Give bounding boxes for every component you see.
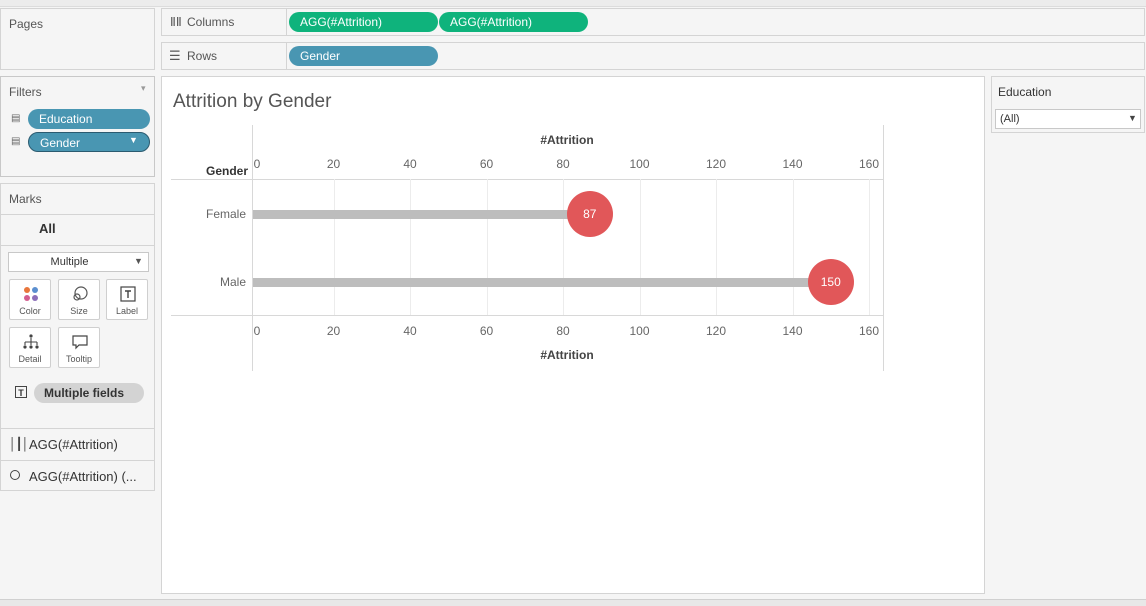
columns-label: Columns bbox=[187, 15, 235, 29]
pages-shelf[interactable]: Pages bbox=[0, 8, 155, 70]
marks-all-tab[interactable]: All bbox=[39, 221, 56, 236]
x-tick-label-bottom: 140 bbox=[782, 324, 803, 338]
marks-tab-circle[interactable]: AGG(#Attrition) (... bbox=[1, 461, 154, 491]
filter-icon-education: ▤ bbox=[11, 113, 21, 124]
marks-divider bbox=[1, 214, 154, 215]
gridline bbox=[333, 179, 335, 315]
detail-card-label: Detail bbox=[18, 354, 42, 364]
size-card-label: Size bbox=[70, 306, 88, 316]
tooltip-card-label: Tooltip bbox=[65, 354, 92, 364]
color-card[interactable]: Color bbox=[9, 279, 51, 320]
color-icon bbox=[24, 287, 38, 301]
circle-mark: 150 bbox=[807, 259, 854, 305]
education-filter-title: Education bbox=[998, 85, 1052, 99]
gridline bbox=[410, 179, 411, 315]
education-filter-value: (All) bbox=[1000, 113, 1020, 125]
size-card[interactable]: Size bbox=[58, 279, 100, 320]
circle-icon bbox=[10, 470, 20, 480]
gridline bbox=[639, 179, 641, 315]
label-card[interactable]: Label bbox=[106, 279, 148, 320]
top-toolbar-strip bbox=[0, 0, 1146, 7]
x-tick-label-top: 60 bbox=[479, 157, 494, 171]
mark-type-select[interactable]: Multiple ▼ bbox=[8, 252, 149, 272]
rows-shelf[interactable]: ☰ Rows Gender bbox=[161, 42, 1145, 70]
marks-tab-circle-label: AGG(#Attrition) (... bbox=[29, 469, 137, 484]
color-card-label: Color bbox=[19, 306, 41, 316]
rows-label: Rows bbox=[187, 49, 218, 63]
marks-tab-bar-label: AGG(#Attrition) bbox=[29, 437, 118, 452]
x-tick-label-bottom: 100 bbox=[629, 324, 650, 338]
x-tick-label-top: 140 bbox=[782, 157, 803, 171]
marks-tab-bar[interactable]: │┃│ AGG(#Attrition) bbox=[1, 429, 154, 460]
filter-pill-education[interactable]: Education bbox=[28, 109, 150, 129]
view-canvas: Attrition by Gender Gender #Attrition #A… bbox=[161, 76, 985, 594]
label-icon bbox=[120, 286, 136, 302]
filters-title: Filters bbox=[9, 85, 42, 99]
category-label-male: Male bbox=[219, 275, 246, 289]
x-tick-label-top: 80 bbox=[556, 157, 570, 171]
multiple-fields-pill[interactable]: Multiple fields bbox=[34, 383, 144, 403]
x-tick-label-top: 160 bbox=[858, 157, 880, 171]
header-divider bbox=[171, 179, 883, 180]
filters-menu-icon[interactable]: ▾ bbox=[141, 83, 146, 94]
x-tick-label-top: 0 bbox=[253, 157, 261, 171]
x-tick-label-bottom: 160 bbox=[858, 324, 880, 338]
x-tick-label-bottom: 120 bbox=[705, 324, 727, 338]
education-quick-filter: Education (All) ▼ bbox=[991, 76, 1145, 133]
rows-icon: ☰ bbox=[169, 48, 181, 63]
columns-shelf[interactable]: ⅡⅡ Columns AGG(#Attrition) AGG(#Attritio… bbox=[161, 8, 1145, 36]
x-tick-label-top: 20 bbox=[326, 157, 341, 171]
bar-mark bbox=[253, 278, 831, 287]
gridline bbox=[869, 179, 870, 315]
circle-mark: 87 bbox=[566, 191, 613, 237]
gridline bbox=[792, 179, 794, 315]
footer-divider bbox=[171, 315, 883, 316]
pages-label: Pages bbox=[9, 17, 44, 31]
x-tick-label-top: 100 bbox=[629, 157, 650, 171]
marks-card: Marks All Multiple ▼ Color Size Label De… bbox=[0, 183, 155, 491]
bar-mark bbox=[253, 210, 590, 219]
columns-icon: ⅡⅡ bbox=[170, 15, 182, 29]
chevron-down-icon: ▼ bbox=[1128, 113, 1137, 123]
gridline bbox=[716, 179, 717, 315]
size-icon bbox=[73, 286, 88, 301]
tooltip-icon bbox=[72, 335, 88, 350]
detail-icon bbox=[23, 334, 39, 349]
x-tick-label-bottom: 80 bbox=[556, 324, 570, 338]
gridline bbox=[486, 179, 488, 315]
x-axis-title-bottom: #Attrition bbox=[540, 348, 594, 362]
filters-card: Filters ▾ ▤ Education ▤ Gender ▼ bbox=[0, 76, 155, 177]
x-tick-label-top: 40 bbox=[403, 157, 417, 171]
label-field-icon: T bbox=[15, 386, 27, 398]
x-tick-label-bottom: 20 bbox=[326, 324, 341, 338]
label-card-label: Label bbox=[115, 306, 139, 316]
columns-pill-attrition-2[interactable]: AGG(#Attrition) bbox=[439, 12, 588, 32]
rows-shelf-header: ☰ Rows bbox=[162, 43, 287, 69]
marks-title: Marks bbox=[9, 192, 42, 206]
x-tick-label-top: 120 bbox=[705, 157, 727, 171]
x-tick-label-bottom: 0 bbox=[253, 324, 261, 338]
bar-chart-icon: │┃│ bbox=[9, 437, 29, 451]
marks-divider-2 bbox=[1, 245, 154, 246]
tooltip-card[interactable]: Tooltip bbox=[58, 327, 100, 368]
filter-icon-gender: ▤ bbox=[11, 136, 21, 147]
columns-shelf-header: ⅡⅡ Columns bbox=[162, 9, 287, 35]
x-axis-title-top: #Attrition bbox=[540, 133, 594, 147]
category-label-female: Female bbox=[205, 207, 246, 221]
mark-type-value: Multiple bbox=[50, 256, 89, 268]
chart-area: Gender #Attrition #Attrition Female Male… bbox=[162, 77, 984, 593]
chevron-down-icon: ▼ bbox=[134, 256, 143, 266]
rows-pill-gender[interactable]: Gender bbox=[289, 46, 438, 66]
x-tick-label-bottom: 40 bbox=[403, 324, 417, 338]
columns-pill-attrition-1[interactable]: AGG(#Attrition) bbox=[289, 12, 438, 32]
filter-gender-dropdown-icon[interactable]: ▼ bbox=[129, 135, 138, 145]
education-filter-select[interactable]: (All) ▼ bbox=[995, 109, 1141, 129]
detail-card[interactable]: Detail bbox=[9, 327, 51, 368]
x-tick-label-bottom: 60 bbox=[479, 324, 494, 338]
gridline bbox=[563, 179, 564, 315]
